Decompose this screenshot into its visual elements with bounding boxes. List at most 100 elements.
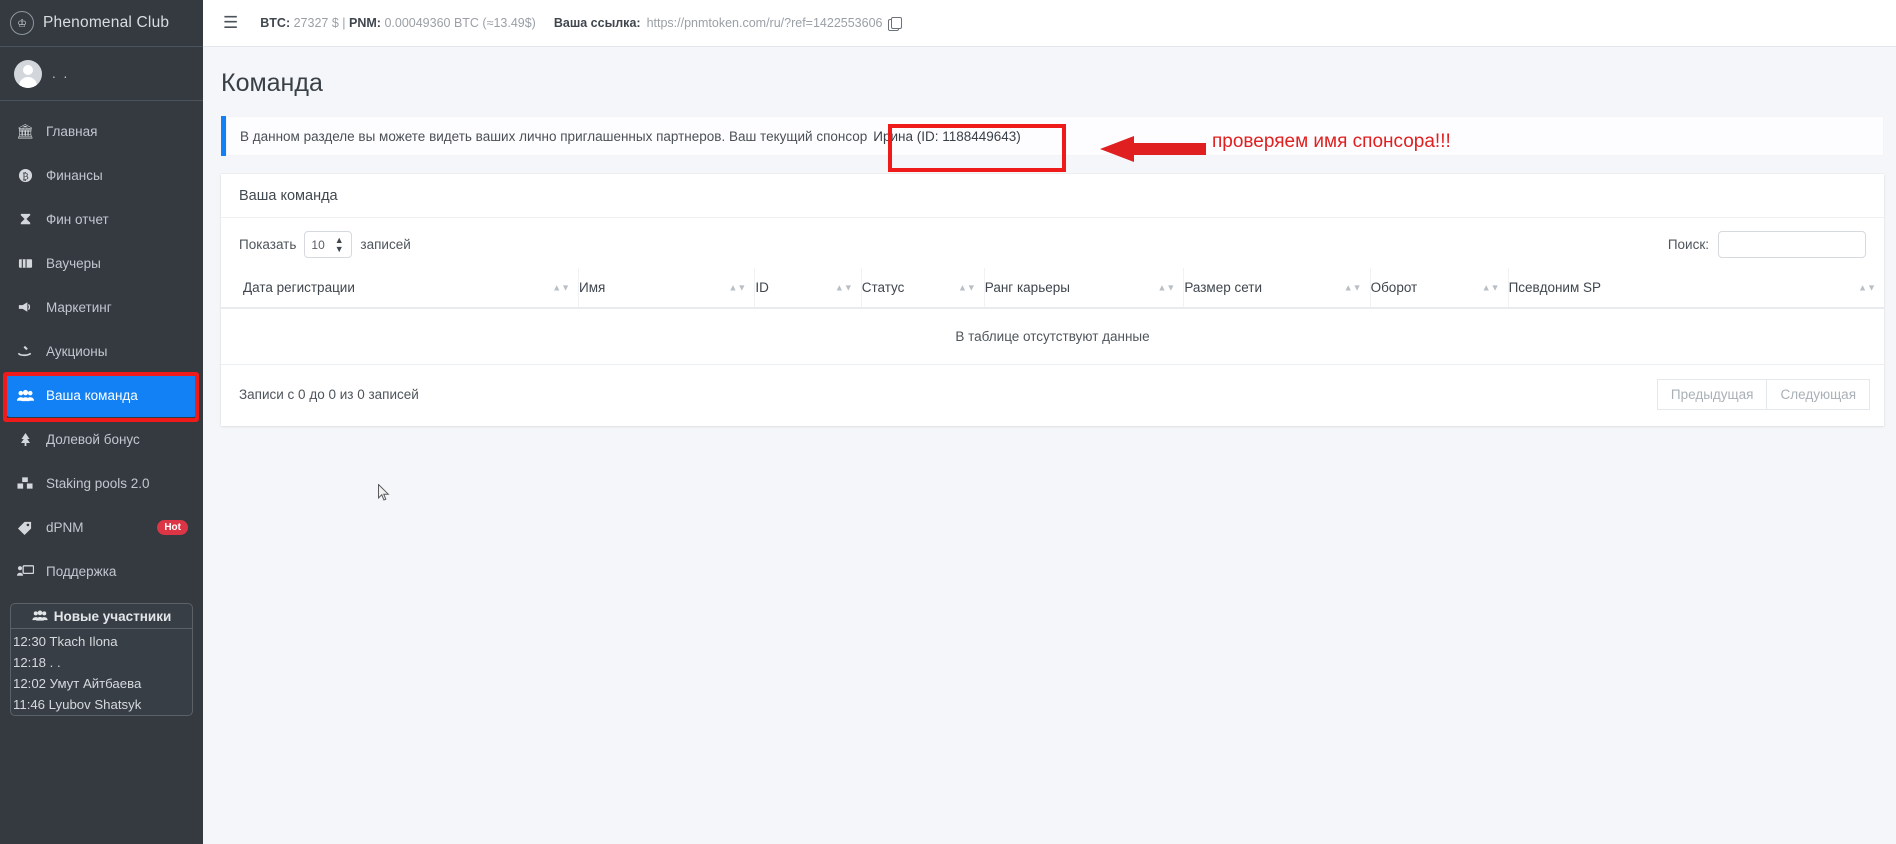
support-desk-icon xyxy=(15,564,35,578)
search-input[interactable] xyxy=(1718,231,1866,258)
crown-badge-icon: ♔ xyxy=(10,11,34,35)
list-item: 12:02 Умут Айтбаева xyxy=(13,676,142,691)
pagination: Предыдущая Следующая xyxy=(1656,379,1870,410)
column-header-career-rank[interactable]: Ранг карьеры ▲▼ xyxy=(983,268,1184,309)
table-toolbar: Показать 10 ▲ ▼ записей Поиск: xyxy=(221,218,1884,268)
sidebar-item-glavnaya[interactable]: 🏛 Главная xyxy=(6,109,197,153)
pagination-prev-button[interactable]: Предыдущая xyxy=(1656,379,1768,410)
team-table: Дата регистрации ▲▼ Имя ▲▼ ID ▲▼ Статус … xyxy=(221,268,1884,365)
new-members-header: Новые участники xyxy=(11,604,192,629)
page-length-suffix: записей xyxy=(360,237,411,252)
info-alert: В данном разделе вы можете видеть ваших … xyxy=(221,116,1884,156)
dollar-circle-icon: ₿ xyxy=(15,168,35,183)
copy-icon[interactable] xyxy=(888,16,903,31)
referral-link: Ваша ссылка: https://pnmtoken.com/ru/?re… xyxy=(553,16,903,31)
sponsor-name: Ирина (ID: 1188449643) xyxy=(873,128,1021,144)
main-area: ☰ BTC: 27327 $ | PNM: 0.00049360 BTC (≈1… xyxy=(203,0,1896,844)
column-label: Имя xyxy=(579,280,606,295)
column-header-sp-nickname[interactable]: Псевдоним SP ▲▼ xyxy=(1507,268,1884,309)
new-members-title: Новые участники xyxy=(53,608,172,624)
stack-boxes-icon xyxy=(15,476,35,490)
sidebar-item-vouchery[interactable]: Ваучеры xyxy=(6,241,197,285)
page-length-select[interactable]: 10 ▲ ▼ xyxy=(304,231,353,258)
ticker-separator: | xyxy=(342,16,346,30)
column-header-registration-date[interactable]: Дата регистрации ▲▼ xyxy=(221,268,579,309)
column-header-turnover[interactable]: Оборот ▲▼ xyxy=(1369,268,1509,309)
column-header-id[interactable]: ID ▲▼ xyxy=(754,268,862,309)
btc-value: 27327 $ xyxy=(293,16,339,30)
tag-icon xyxy=(15,520,35,535)
column-label: ID xyxy=(755,280,769,295)
search-control: Поиск: xyxy=(1668,231,1866,258)
column-label: Статус xyxy=(861,280,905,295)
megaphone-icon xyxy=(15,300,35,314)
sidebar-item-podderzhka[interactable]: Поддержка xyxy=(6,549,197,593)
sort-icon: ▲▼ xyxy=(834,282,853,292)
user-panel[interactable]: . . xyxy=(0,47,203,101)
sidebar-item-label: Маркетинг xyxy=(46,299,112,315)
card-title: Ваша команда xyxy=(221,174,1884,218)
topbar: ☰ BTC: 27327 $ | PNM: 0.00049360 BTC (≈1… xyxy=(203,0,1896,47)
annotation-text: проверяем имя спонсора!!! xyxy=(1212,131,1451,152)
table-footer: Записи с 0 до 0 из 0 записей Предыдущая … xyxy=(221,365,1884,426)
referral-url[interactable]: https://pnmtoken.com/ru/?ref=1422553606 xyxy=(647,16,883,30)
column-header-status[interactable]: Статус ▲▼ xyxy=(860,268,985,309)
app-root: ♔ Phenomenal Club . . 🏛 Главная ₿ Финанс… xyxy=(0,0,1896,844)
sidebar-item-label: Фин отчет xyxy=(46,211,109,227)
list-item: 11:46 Lyubov Shatsyk xyxy=(13,697,142,712)
content-wrapper: В данном разделе вы можете видеть ваших … xyxy=(203,116,1896,426)
sidebar-item-label: Главная xyxy=(46,123,98,139)
sort-icon: ▲▼ xyxy=(728,282,747,292)
avatar xyxy=(14,59,42,88)
sidebar-item-label: Аукционы xyxy=(46,343,108,359)
hamburger-icon[interactable]: ☰ xyxy=(219,13,242,33)
btc-label: BTC: xyxy=(260,16,291,30)
brand-header[interactable]: ♔ Phenomenal Club xyxy=(0,0,203,47)
brand-title: Phenomenal Club xyxy=(43,14,170,31)
sort-icon: ▲▼ xyxy=(552,282,571,292)
bank-icon: 🏛 xyxy=(16,122,34,139)
column-header-name[interactable]: Имя ▲▼ xyxy=(578,268,755,309)
table-info: Записи с 0 до 0 из 0 записей xyxy=(239,387,419,402)
sidebar-nav: 🏛 Главная ₿ Финансы Фин отчет Ваучеры Ма… xyxy=(0,101,203,593)
search-label: Поиск: xyxy=(1667,237,1709,252)
column-header-network-size[interactable]: Размер сети ▲▼ xyxy=(1183,268,1371,309)
column-label: Оборот xyxy=(1370,280,1418,295)
sidebar-item-dolevoy-bonus[interactable]: Долевой бонус xyxy=(6,417,197,461)
sidebar-item-fin-otchet[interactable]: Фин отчет xyxy=(6,197,197,241)
price-ticker: BTC: 27327 $ | PNM: 0.00049360 BTC (≈13.… xyxy=(260,16,536,30)
pagination-next-button[interactable]: Следующая xyxy=(1767,379,1870,410)
user-name: . . xyxy=(52,66,70,81)
new-members-list: 12:30 Tkach Ilona 12:18 . . 12:02 Умут А… xyxy=(11,629,192,715)
sidebar-item-label: Ваучеры xyxy=(46,255,101,271)
users-group-icon xyxy=(32,609,48,624)
sidebar-item-dpnm[interactable]: dPNM Hot xyxy=(6,505,197,549)
pnm-label: PNM: xyxy=(349,16,381,30)
tree-icon xyxy=(15,432,35,447)
sidebar-item-finansy[interactable]: ₿ Финансы xyxy=(6,153,197,197)
sidebar-item-aukciony[interactable]: Аукционы xyxy=(6,329,197,373)
table-header-row: Дата регистрации ▲▼ Имя ▲▼ ID ▲▼ Статус … xyxy=(221,268,1884,309)
sidebar-item-label: Поддержка xyxy=(46,563,117,579)
sort-icon: ▲▼ xyxy=(1481,282,1500,292)
chevron-updown-icon: ▲ ▼ xyxy=(334,235,344,254)
sidebar-item-label: Staking pools 2.0 xyxy=(46,475,150,491)
empty-message: В таблице отсутствуют данные xyxy=(221,308,1884,365)
sidebar-item-label: dPNM xyxy=(46,519,84,535)
sidebar-item-staking-pools[interactable]: Staking pools 2.0 xyxy=(6,461,197,505)
referral-label: Ваша ссылка: xyxy=(553,16,641,30)
sidebar-item-vasha-komanda[interactable]: Ваша команда xyxy=(6,373,197,417)
sidebar-item-marketing[interactable]: Маркетинг xyxy=(6,285,197,329)
svg-text:₿: ₿ xyxy=(22,170,29,182)
team-card: Ваша команда Показать 10 ▲ ▼ записей Поис… xyxy=(221,174,1884,426)
voucher-icon xyxy=(15,257,35,270)
page-length-control: Показать 10 ▲ ▼ записей xyxy=(239,231,411,258)
column-label: Дата регистрации xyxy=(243,280,355,295)
pnm-value: 0.00049360 BTC (≈13.49$) xyxy=(384,16,536,30)
alert-text: В данном разделе вы можете видеть ваших … xyxy=(240,128,868,144)
page-title: Команда xyxy=(221,69,323,97)
list-item: 12:30 Tkach Ilona xyxy=(13,634,118,649)
chart-report-icon xyxy=(15,212,35,227)
sidebar-item-label: Финансы xyxy=(46,167,103,183)
column-label: Ранг карьеры xyxy=(984,280,1070,295)
